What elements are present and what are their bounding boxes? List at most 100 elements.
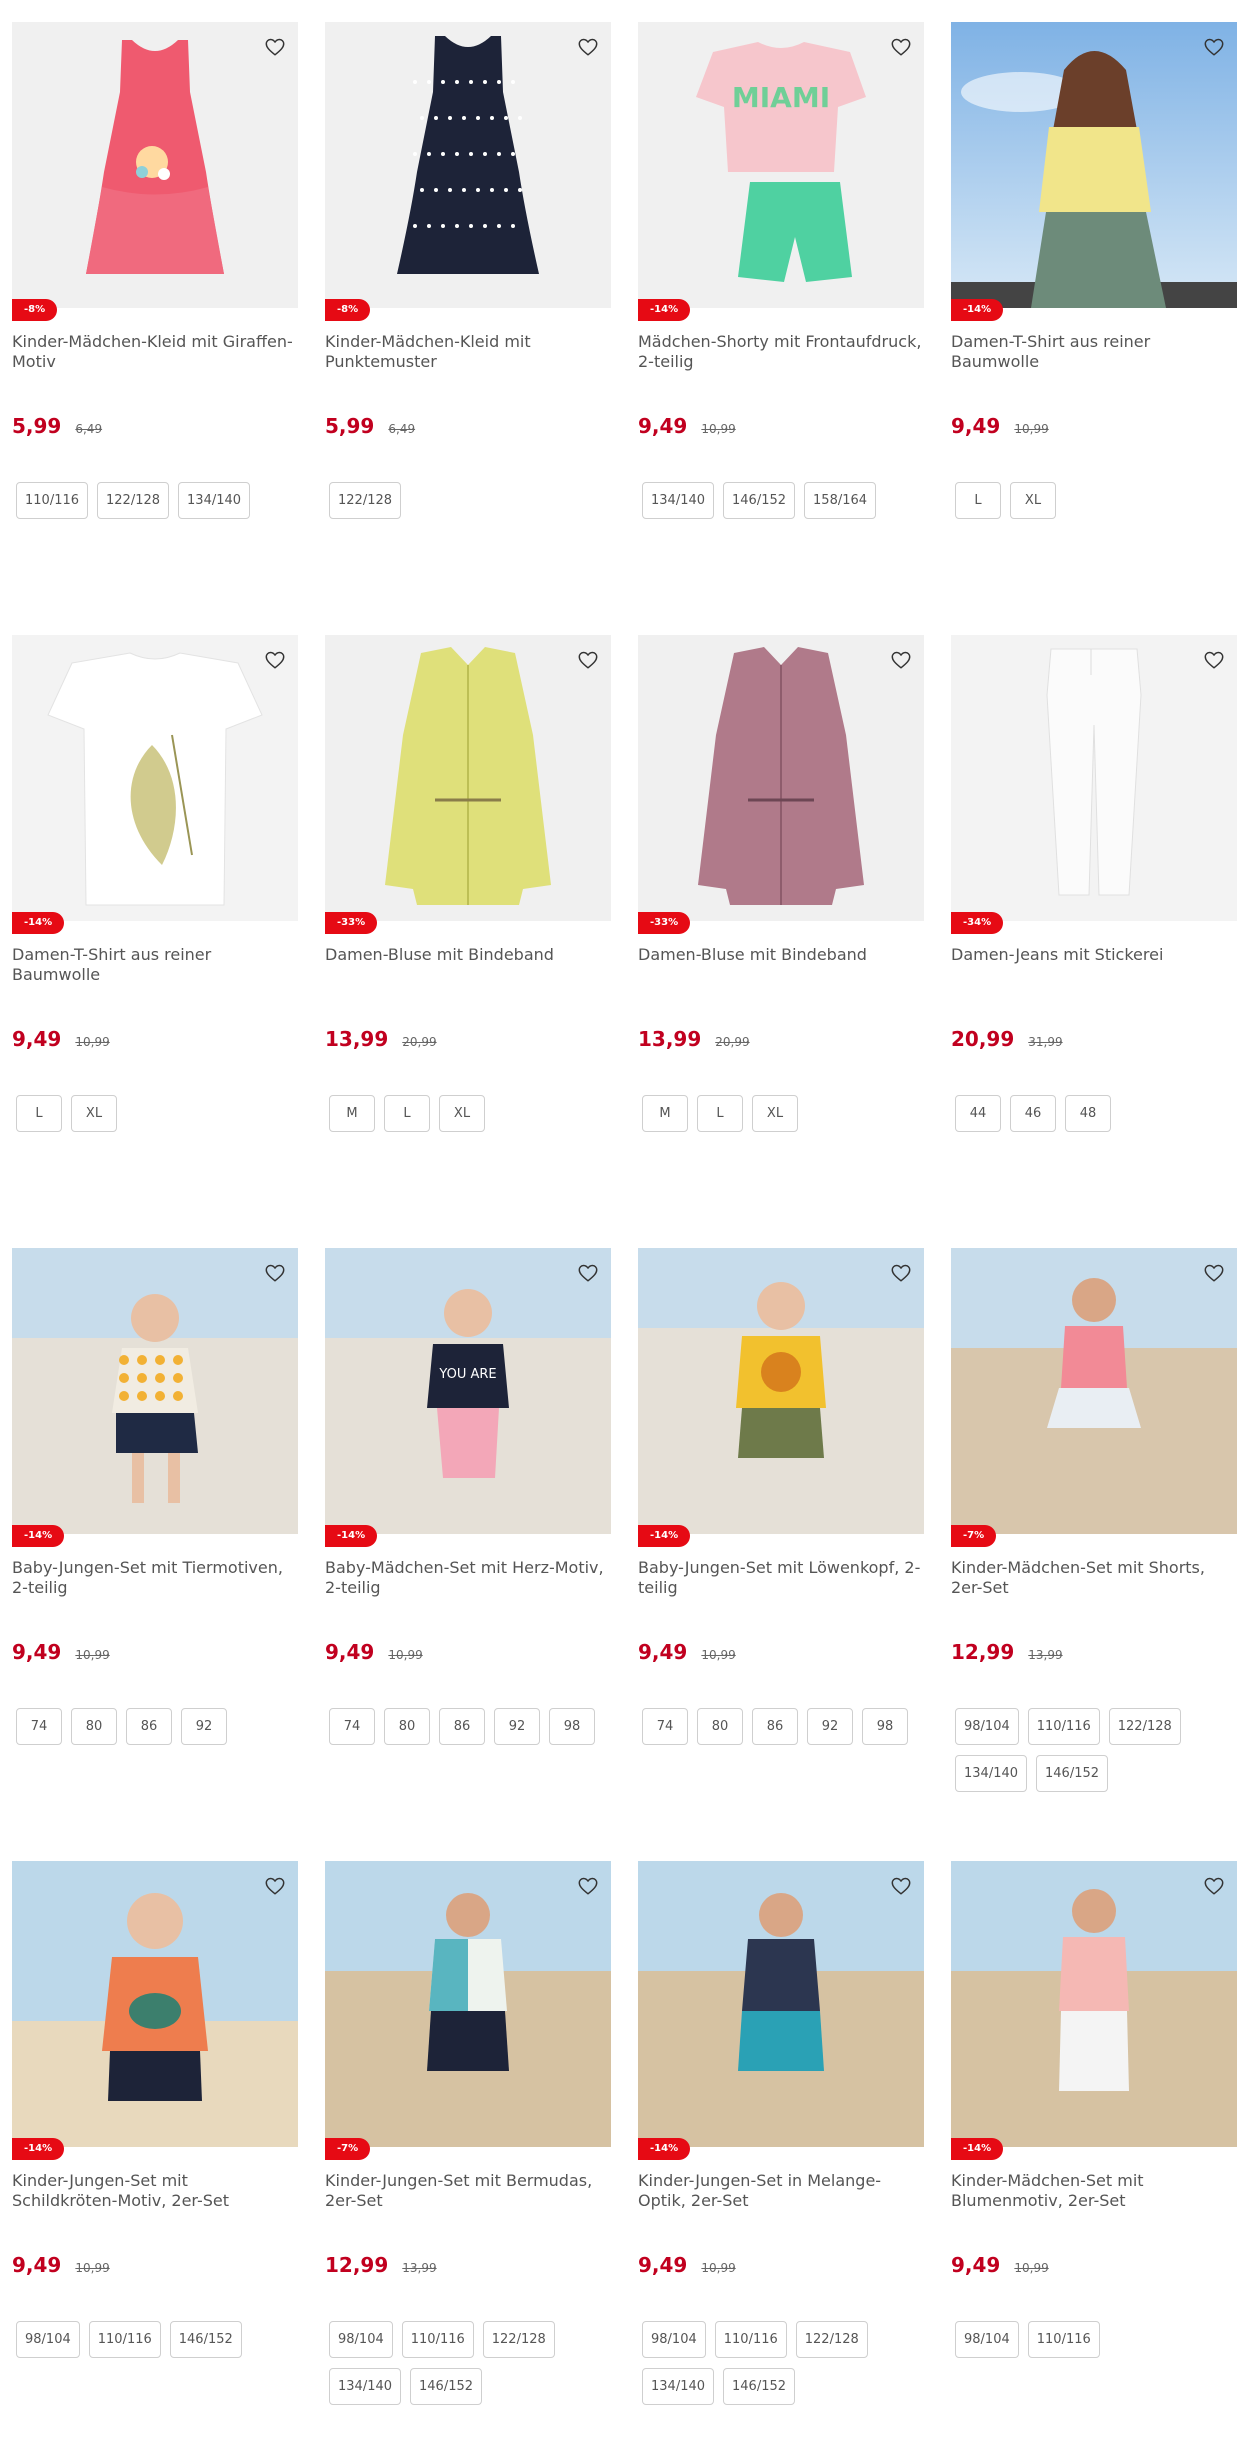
product-title[interactable]: Baby-Mädchen-Set mit Herz-Motiv, 2-teili… bbox=[325, 1558, 611, 1598]
size-option-button[interactable]: L bbox=[955, 482, 1001, 519]
product-card[interactable]: -14% Kinder-Jungen-Set in Melange-Optik, … bbox=[638, 1861, 924, 2461]
product-card[interactable]: -7% Kinder-Jungen-Set mit Bermudas, 2er-S… bbox=[325, 1861, 611, 2461]
product-title[interactable]: Kinder-Mädchen-Set mit Shorts, 2er-Set bbox=[951, 1558, 1237, 1598]
product-image[interactable] bbox=[638, 635, 924, 921]
product-image[interactable] bbox=[951, 635, 1237, 921]
product-image[interactable] bbox=[12, 1248, 298, 1534]
size-option-button[interactable]: 122/128 bbox=[795, 2321, 868, 2358]
size-option-button[interactable]: 80 bbox=[384, 1708, 430, 1745]
heart-icon[interactable] bbox=[571, 1256, 605, 1290]
product-title[interactable]: Baby-Jungen-Set mit Tiermotiven, 2-teili… bbox=[12, 1558, 298, 1598]
product-image[interactable] bbox=[12, 1861, 298, 2147]
product-card[interactable]: -14% Kinder-Mädchen-Set mit Blumenmotiv, … bbox=[951, 1861, 1237, 2461]
size-option-button[interactable]: 80 bbox=[697, 1708, 743, 1745]
size-option-button[interactable]: 122/128 bbox=[329, 482, 402, 519]
size-option-button[interactable]: 92 bbox=[807, 1708, 853, 1745]
heart-icon[interactable] bbox=[1197, 30, 1231, 64]
size-option-button[interactable]: L bbox=[16, 1095, 62, 1132]
size-option-button[interactable]: 110/116 bbox=[88, 2321, 161, 2358]
size-option-button[interactable]: 46 bbox=[1010, 1095, 1056, 1132]
size-option-button[interactable]: 74 bbox=[642, 1708, 688, 1745]
size-option-button[interactable]: 134/140 bbox=[329, 2368, 402, 2405]
size-option-button[interactable]: 98 bbox=[862, 1708, 908, 1745]
size-option-button[interactable]: 122/128 bbox=[1108, 1708, 1181, 1745]
product-image[interactable]: YOU ARE bbox=[325, 1248, 611, 1534]
product-card[interactable]: -14% Damen-T-Shirt aus reiner Baumwolle 9,… bbox=[12, 635, 298, 1235]
size-option-button[interactable]: 134/140 bbox=[642, 2368, 715, 2405]
heart-icon[interactable] bbox=[571, 30, 605, 64]
product-image[interactable] bbox=[325, 635, 611, 921]
size-option-button[interactable]: 134/140 bbox=[178, 482, 251, 519]
size-option-button[interactable]: 98/104 bbox=[642, 2321, 706, 2358]
size-option-button[interactable]: 74 bbox=[16, 1708, 62, 1745]
product-card[interactable]: YOU ARE -14% Baby-Mädchen-Set mit Herz-Mot… bbox=[325, 1248, 611, 1848]
product-image[interactable] bbox=[951, 22, 1237, 308]
size-option-button[interactable]: 98/104 bbox=[16, 2321, 80, 2358]
size-option-button[interactable]: 146/152 bbox=[410, 2368, 483, 2405]
product-card[interactable]: -14% Baby-Jungen-Set mit Tiermotiven, 2-t… bbox=[12, 1248, 298, 1848]
size-option-button[interactable]: 110/116 bbox=[1027, 1708, 1100, 1745]
size-option-button[interactable]: 134/140 bbox=[955, 1755, 1028, 1792]
size-option-button[interactable]: 86 bbox=[126, 1708, 172, 1745]
size-option-button[interactable]: 146/152 bbox=[723, 482, 796, 519]
size-option-button[interactable]: 110/116 bbox=[1027, 2321, 1100, 2358]
size-option-button[interactable]: 92 bbox=[181, 1708, 227, 1745]
size-option-button[interactable]: XL bbox=[752, 1095, 798, 1132]
heart-icon[interactable] bbox=[1197, 643, 1231, 677]
product-image[interactable] bbox=[951, 1861, 1237, 2147]
size-option-button[interactable]: L bbox=[384, 1095, 430, 1132]
size-option-button[interactable]: 110/116 bbox=[401, 2321, 474, 2358]
product-title[interactable]: Damen-Jeans mit Stickerei bbox=[951, 945, 1237, 965]
size-option-button[interactable]: L bbox=[697, 1095, 743, 1132]
size-option-button[interactable]: 122/128 bbox=[482, 2321, 555, 2358]
size-option-button[interactable]: 92 bbox=[494, 1708, 540, 1745]
product-card[interactable]: -33% Damen-Bluse mit Bindeband 13,99 20,99 M… bbox=[638, 635, 924, 1235]
size-option-button[interactable]: 86 bbox=[439, 1708, 485, 1745]
size-option-button[interactable]: XL bbox=[71, 1095, 117, 1132]
size-option-button[interactable]: 98/104 bbox=[329, 2321, 393, 2358]
size-option-button[interactable]: 158/164 bbox=[804, 482, 877, 519]
product-card[interactable]: -7% Kinder-Mädchen-Set mit Shorts, 2er-Se… bbox=[951, 1248, 1237, 1848]
heart-icon[interactable] bbox=[571, 643, 605, 677]
size-option-button[interactable]: XL bbox=[439, 1095, 485, 1132]
size-option-button[interactable]: 98/104 bbox=[955, 1708, 1019, 1745]
product-card[interactable]: MIAMI -14% Mädchen-Shorty mit Frontaufdruc… bbox=[638, 22, 924, 622]
size-option-button[interactable]: 74 bbox=[329, 1708, 375, 1745]
heart-icon[interactable] bbox=[884, 1869, 918, 1903]
product-card[interactable]: -34% Damen-Jeans mit Stickerei 20,99 31,99 4… bbox=[951, 635, 1237, 1235]
product-image[interactable] bbox=[325, 1861, 611, 2147]
product-title[interactable]: Kinder-Mädchen-Kleid mit Giraffen-Motiv bbox=[12, 332, 298, 372]
product-image[interactable] bbox=[638, 1248, 924, 1534]
heart-icon[interactable] bbox=[1197, 1869, 1231, 1903]
product-card[interactable]: -14% Damen-T-Shirt aus reiner Baumwolle 9,… bbox=[951, 22, 1237, 622]
heart-icon[interactable] bbox=[258, 1256, 292, 1290]
size-option-button[interactable]: 146/152 bbox=[723, 2368, 796, 2405]
size-option-button[interactable]: 44 bbox=[955, 1095, 1001, 1132]
heart-icon[interactable] bbox=[884, 30, 918, 64]
heart-icon[interactable] bbox=[258, 30, 292, 64]
product-title[interactable]: Damen-T-Shirt aus reiner Baumwolle bbox=[12, 945, 298, 985]
size-option-button[interactable]: XL bbox=[1010, 482, 1056, 519]
heart-icon[interactable] bbox=[258, 643, 292, 677]
size-option-button[interactable]: 86 bbox=[752, 1708, 798, 1745]
product-image[interactable] bbox=[325, 22, 611, 308]
size-option-button[interactable]: 110/116 bbox=[16, 482, 89, 519]
heart-icon[interactable] bbox=[884, 643, 918, 677]
size-option-button[interactable]: 122/128 bbox=[97, 482, 170, 519]
product-image[interactable] bbox=[638, 1861, 924, 2147]
product-title[interactable]: Kinder-Mädchen-Kleid mit Punktemuster bbox=[325, 332, 611, 372]
product-title[interactable]: Damen-T-Shirt aus reiner Baumwolle bbox=[951, 332, 1237, 372]
size-option-button[interactable]: 146/152 bbox=[1036, 1755, 1109, 1792]
heart-icon[interactable] bbox=[258, 1869, 292, 1903]
heart-icon[interactable] bbox=[571, 1869, 605, 1903]
product-card[interactable]: -14% Kinder-Jungen-Set mit Schildkröten-M… bbox=[12, 1861, 298, 2461]
product-title[interactable]: Kinder-Mädchen-Set mit Blumenmotiv, 2er-… bbox=[951, 2171, 1237, 2211]
product-image[interactable] bbox=[12, 635, 298, 921]
size-option-button[interactable]: 48 bbox=[1065, 1095, 1111, 1132]
size-option-button[interactable]: M bbox=[642, 1095, 688, 1132]
product-title[interactable]: Damen-Bluse mit Bindeband bbox=[638, 945, 924, 965]
product-title[interactable]: Damen-Bluse mit Bindeband bbox=[325, 945, 611, 965]
product-title[interactable]: Kinder-Jungen-Set mit Bermudas, 2er-Set bbox=[325, 2171, 611, 2211]
heart-icon[interactable] bbox=[884, 1256, 918, 1290]
product-image[interactable] bbox=[12, 22, 298, 308]
